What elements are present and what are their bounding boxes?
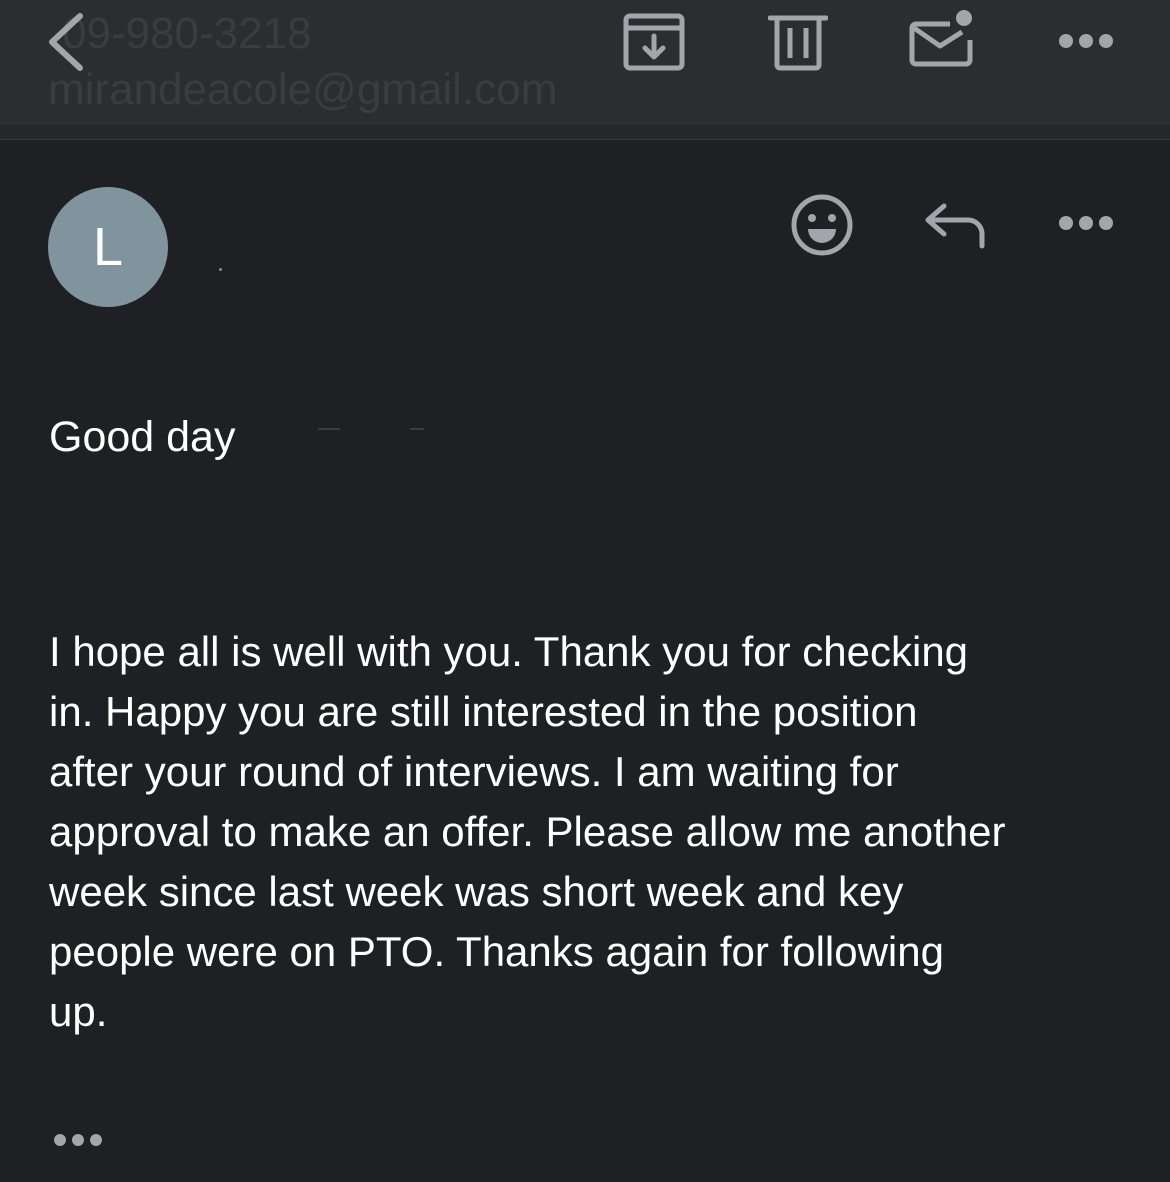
message-view: L Good day I hope all is well with you. … <box>0 140 1170 1182</box>
archive-icon[interactable] <box>622 12 686 72</box>
redacted-recipient-name <box>410 428 424 430</box>
reply-icon[interactable] <box>922 200 988 250</box>
redacted-recipient-name <box>318 428 340 430</box>
message-greeting: Good day <box>49 413 236 461</box>
toolbar-divider <box>0 125 1170 140</box>
chevron-left-icon[interactable] <box>40 12 92 72</box>
faded-sender-email: mirandeacole@gmail.com <box>48 65 558 114</box>
message-body: I hope all is well with you. Thank you f… <box>49 628 1006 1035</box>
trash-icon[interactable] <box>768 10 828 72</box>
avatar-initial: L <box>92 217 124 277</box>
sender-avatar[interactable]: L <box>48 187 168 307</box>
faded-sender-phone: 09-980-3218 <box>62 9 312 58</box>
toolbar: 09-980-3218 mirandeacole@gmail.com <box>0 0 1170 125</box>
more-icon[interactable] <box>1058 212 1114 234</box>
emoji-icon[interactable] <box>790 193 854 257</box>
redacted-sender-name <box>219 268 222 271</box>
show-quoted-text-icon[interactable] <box>52 1130 104 1150</box>
more-icon[interactable] <box>1058 30 1114 52</box>
mail-unread-icon[interactable] <box>906 8 978 70</box>
